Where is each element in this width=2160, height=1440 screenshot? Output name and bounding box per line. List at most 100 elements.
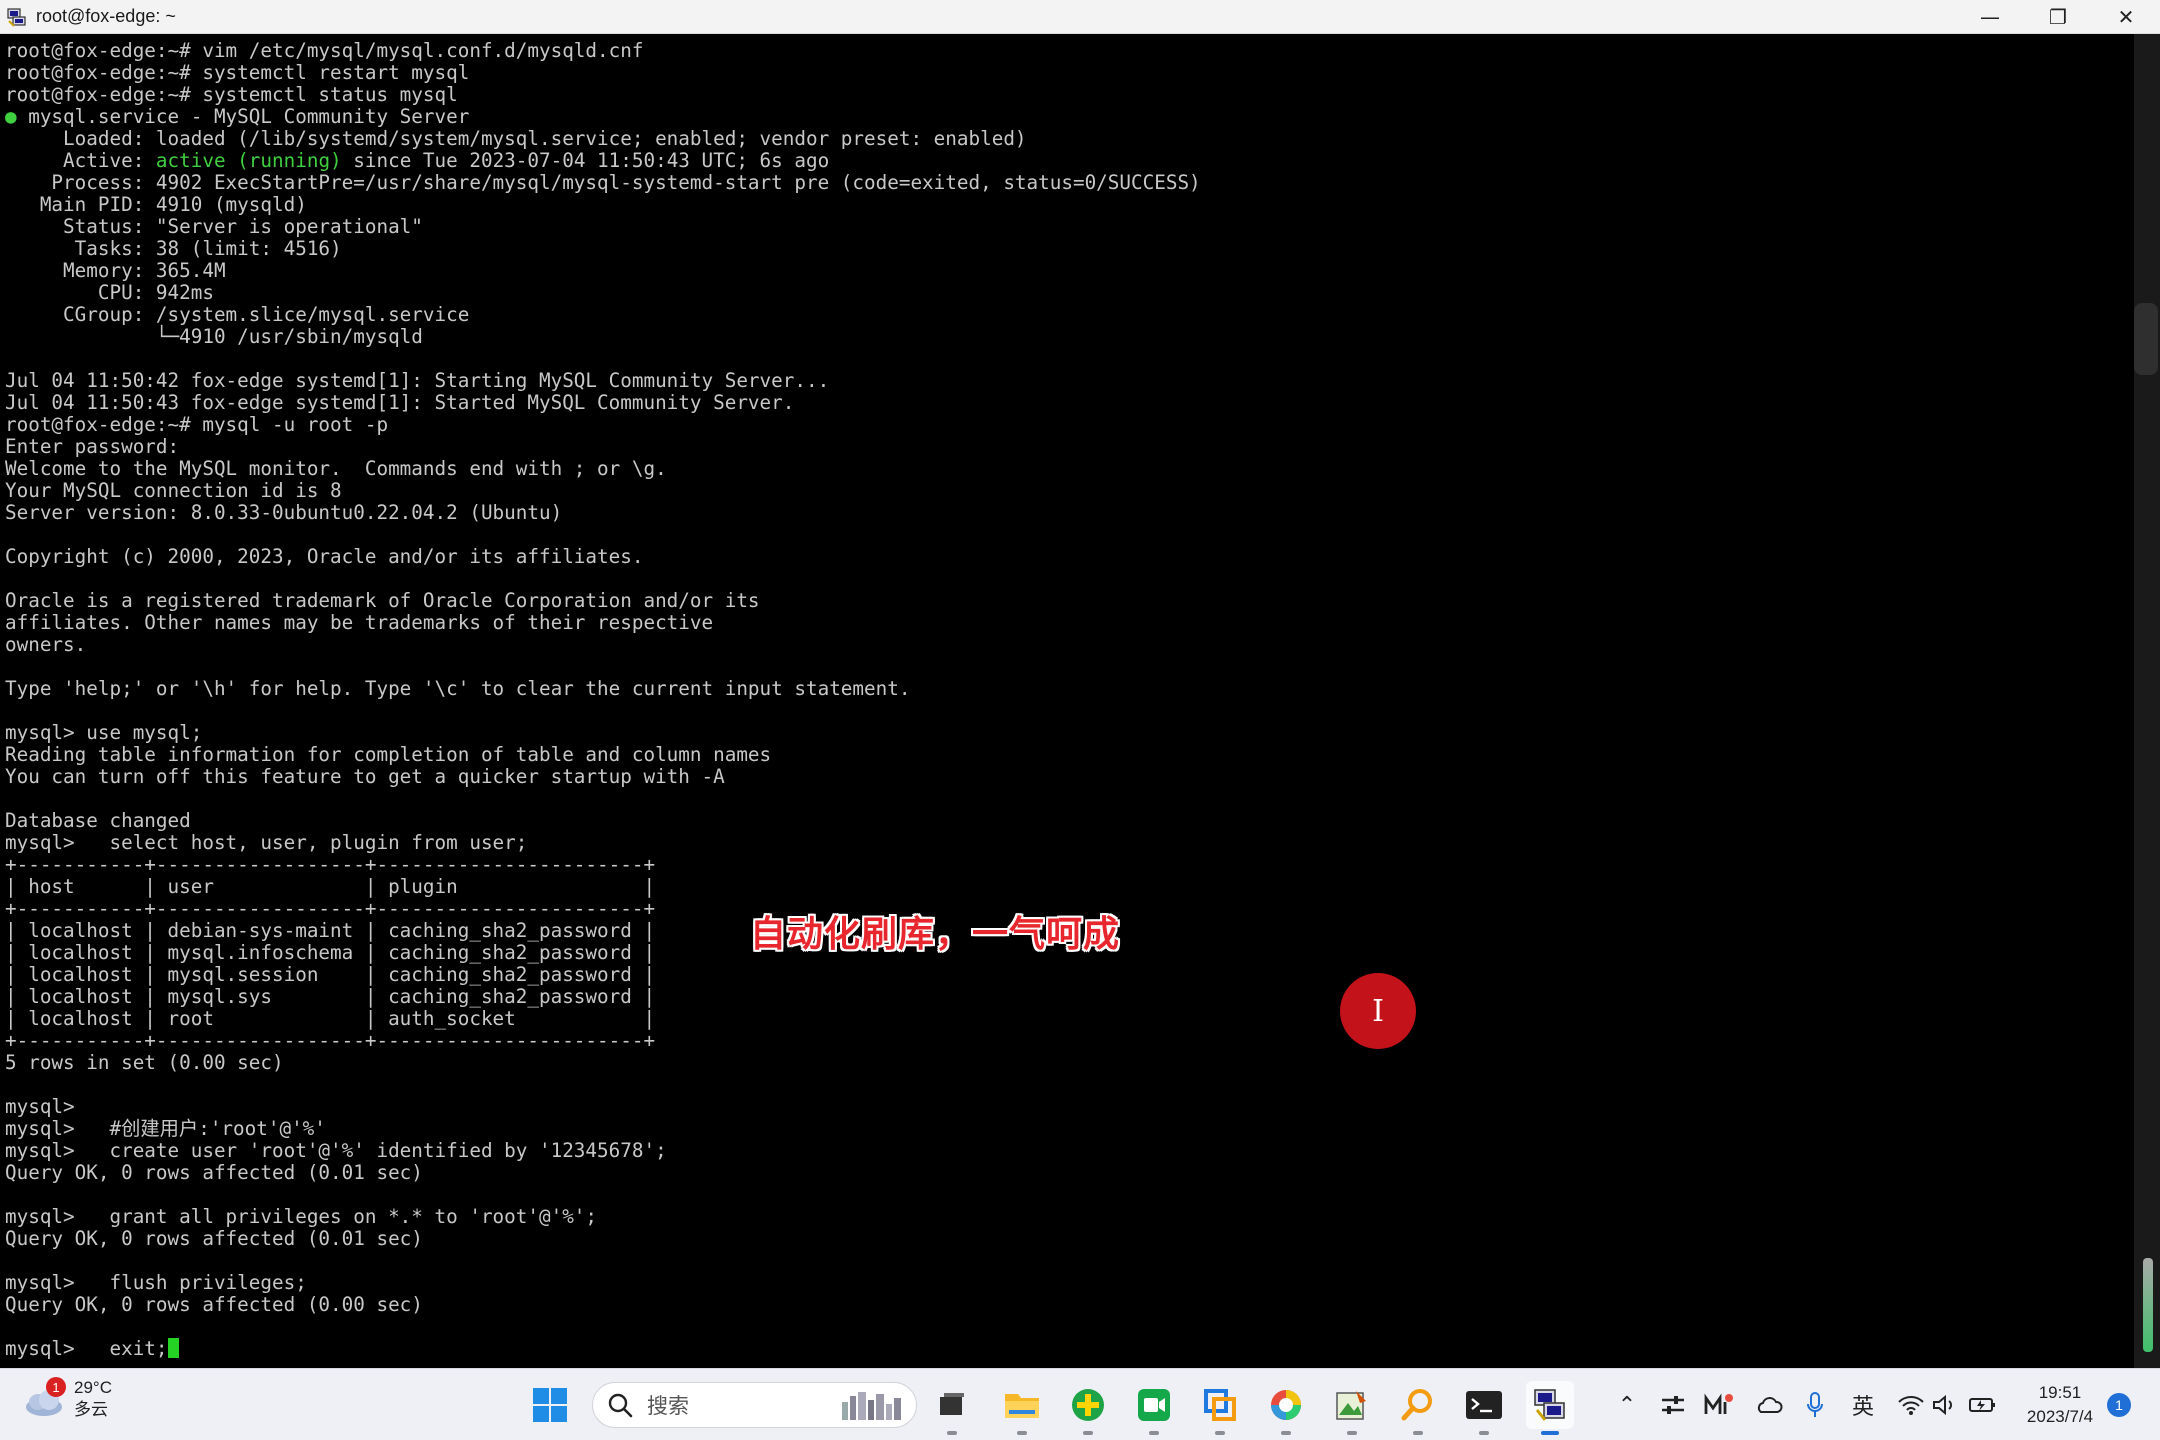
taskbar-remote-app[interactable] <box>1196 1381 1244 1435</box>
close-button[interactable]: ✕ <box>2092 0 2160 34</box>
terminal-line: mysql> use mysql; <box>5 721 203 744</box>
tray-volume[interactable] <box>1930 1387 1960 1423</box>
terminal-line: root@fox-edge:~# systemctl restart mysql <box>5 61 470 84</box>
running-indicator <box>1017 1431 1027 1435</box>
minimize-button[interactable]: — <box>1956 0 2024 34</box>
running-indicator <box>1215 1431 1225 1435</box>
tray-settings-button[interactable] <box>1656 1387 1690 1423</box>
chevron-up-icon: ⌃ <box>1617 1392 1637 1418</box>
ime-label: 英 <box>1851 1395 1874 1420</box>
mouse-cursor-indicator: I <box>1340 973 1416 1049</box>
terminal-line: Type 'help;' or '\h' for help. Type '\c'… <box>5 677 911 700</box>
active-indicator <box>1541 1431 1559 1435</box>
active-status: active (running) <box>155 149 342 172</box>
tray-onedrive[interactable] <box>1752 1387 1786 1423</box>
terminal-line: CGroup: /system.slice/mysql.service <box>5 303 470 326</box>
terminal-line: CPU: 942ms <box>5 281 214 304</box>
taskbar-video-app[interactable] <box>1130 1381 1178 1435</box>
remote-desktop-icon <box>1204 1389 1236 1421</box>
terminal-line: affiliates. Other names may be trademark… <box>5 611 714 634</box>
tray-input-method[interactable]: 英 <box>1848 1387 1878 1423</box>
taskbar: 1 29°C 多云 搜索 ⌃ 英 19:51 2023/7/4 1 <box>0 1368 2160 1440</box>
terminal-line: Your MySQL connection id is 8 <box>5 479 342 502</box>
scroll-position-indicator <box>2143 1258 2153 1352</box>
terminal-line: Query OK, 0 rows affected (0.01 sec) <box>5 1161 423 1184</box>
active-suffix: since Tue 2023-07-04 11:50:43 UTC; 6s ag… <box>341 149 830 172</box>
weather-condition: 多云 <box>74 1400 108 1419</box>
terminal-cursor <box>167 1338 179 1358</box>
video-caption: 自动化刷库，一气呵成 <box>750 914 1121 955</box>
windows-start-icon[interactable] <box>532 1387 568 1423</box>
terminal-line: Database changed <box>5 809 191 832</box>
terminal-output: root@fox-edge:~# vim /etc/mysql/mysql.co… <box>0 34 2134 1360</box>
terminal-line: mysql> grant all privileges on *.* to 'r… <box>5 1205 598 1228</box>
folder-icon <box>1005 1394 1039 1418</box>
magnifier-icon <box>1401 1389 1432 1421</box>
terminal-line: Jul 04 11:50:42 fox-edge systemd[1]: Sta… <box>5 369 830 392</box>
terminal-line: Oracle is a registered trademark of Orac… <box>5 589 760 612</box>
video-call-icon <box>1138 1389 1170 1421</box>
running-indicator <box>1083 1431 1093 1435</box>
sliders-icon <box>1662 1396 1684 1414</box>
search-highlight-icon <box>842 1392 901 1420</box>
taskbar-search[interactable]: 搜索 <box>592 1382 917 1428</box>
terminal-line: mysql> select host, user, plugin from us… <box>5 831 528 854</box>
terminal-line: | localhost | root | auth_socket | <box>5 1007 656 1030</box>
tray-battery[interactable] <box>1966 1387 2000 1423</box>
terminal-line: | localhost | debian-sys-maint | caching… <box>5 919 656 942</box>
running-indicator <box>1347 1431 1357 1435</box>
terminal-line: Welcome to the MySQL monitor. Commands e… <box>5 457 667 480</box>
terminal-line: Enter password: <box>5 435 180 458</box>
image-editor-icon <box>1336 1391 1366 1420</box>
taskbar-plus-app[interactable] <box>1064 1381 1112 1435</box>
scrollbar-thumb[interactable] <box>2134 303 2158 375</box>
taskbar-file-explorer[interactable] <box>928 1381 976 1435</box>
window-title: root@fox-edge: ~ <box>36 6 176 26</box>
tray-wifi[interactable] <box>1894 1387 1928 1423</box>
terminal-line: owners. <box>5 633 87 656</box>
current-prompt: mysql> exit; <box>5 1337 168 1360</box>
terminal-line: Tasks: 38 (limit: 4516) <box>5 237 342 260</box>
terminal-line: Query OK, 0 rows affected (0.00 sec) <box>5 1293 423 1316</box>
taskbar-image-editor[interactable] <box>1328 1381 1376 1435</box>
browser-icon <box>1271 1390 1301 1420</box>
taskbar-browser[interactable] <box>1262 1381 1310 1435</box>
battery-charging-icon <box>1969 1398 1995 1412</box>
terminal-line: root@fox-edge:~# systemctl status mysql <box>5 83 458 106</box>
volume-icon <box>1933 1394 1952 1416</box>
notification-badge[interactable]: 1 <box>2107 1393 2131 1417</box>
terminal-line: Jul 04 11:50:43 fox-edge systemd[1]: Sta… <box>5 391 795 414</box>
tray-overflow-button[interactable]: ⌃ <box>1612 1387 1642 1423</box>
service-line: mysql.service - MySQL Community Server <box>16 105 470 128</box>
cloud-sync-icon <box>1757 1397 1783 1413</box>
running-indicator <box>1479 1431 1489 1435</box>
terminal-line: root@fox-edge:~# mysql -u root -p <box>5 413 389 436</box>
terminal-line: mysql> create user 'root'@'%' identified… <box>5 1139 667 1162</box>
taskbar-folder[interactable] <box>998 1381 1046 1435</box>
loaded-line: Loaded: loaded (/lib/systemd/system/mysq… <box>5 127 1027 150</box>
running-indicator <box>1149 1431 1159 1435</box>
terminal-area[interactable]: root@fox-edge:~# vim /etc/mysql/mysql.co… <box>0 34 2134 1368</box>
restore-button[interactable]: ❐ <box>2024 0 2092 34</box>
terminal-line: You can turn off this feature to get a q… <box>5 765 725 788</box>
terminal-line: Server version: 8.0.33-0ubuntu0.22.04.2 … <box>5 501 563 524</box>
terminal-line: Reading table information for completion… <box>5 743 772 766</box>
terminal-scrollbar[interactable] <box>2134 34 2160 1368</box>
terminal-line: | host | user | plugin | <box>5 875 656 898</box>
text-cursor-icon: I <box>1372 993 1384 1029</box>
tray-microphone[interactable] <box>1800 1387 1830 1423</box>
service-status-bullet: ● <box>5 105 17 128</box>
tray-mail-app[interactable] <box>1702 1387 1736 1423</box>
terminal-line: mysql> <box>5 1095 75 1118</box>
taskbar-putty[interactable] <box>1526 1381 1574 1435</box>
taskbar-clock[interactable]: 19:51 2023/7/4 <box>2010 1381 2110 1429</box>
weather-widget[interactable]: 1 29°C 多云 <box>22 1377 112 1421</box>
taskbar-terminal[interactable] <box>1460 1381 1508 1435</box>
clock-date: 2023/7/4 <box>2026 1407 2094 1426</box>
taskbar-search-tool[interactable] <box>1394 1381 1442 1435</box>
task-view-icon <box>940 1393 964 1415</box>
temperature: 29°C <box>74 1378 112 1397</box>
minimize-icon: — <box>1980 4 2000 29</box>
terminal-lines-before-status: root@fox-edge:~# vim /etc/mysql/mysql.co… <box>5 39 643 106</box>
terminal-line: | localhost | mysql.sys | caching_sha2_p… <box>5 985 656 1008</box>
